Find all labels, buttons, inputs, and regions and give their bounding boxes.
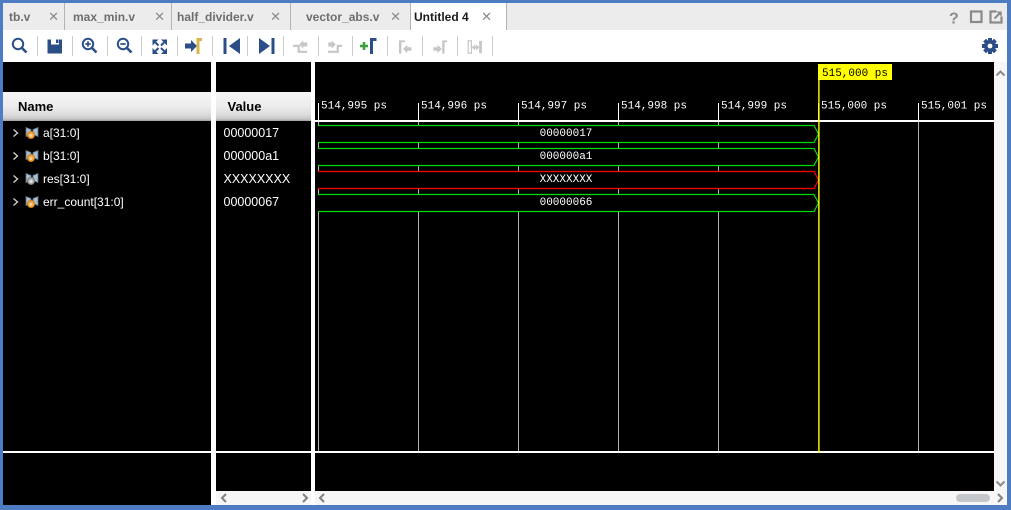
svg-text:00000017: 00000017: [540, 128, 593, 140]
svg-text:514,997 ps: 514,997 ps: [521, 101, 587, 113]
svg-text:514,996 ps: 514,996 ps: [421, 101, 487, 113]
svg-text:514,999 ps: 514,999 ps: [721, 101, 787, 113]
svg-text:?: ?: [949, 11, 959, 28]
svg-text:515,001 ps: 515,001 ps: [921, 101, 987, 113]
svg-text:000000a1: 000000a1: [540, 151, 593, 163]
svg-text:515,000 ps: 515,000 ps: [821, 101, 887, 113]
svg-text:514,998 ps: 514,998 ps: [621, 101, 687, 113]
svg-text:XXXXXXXX: XXXXXXXX: [540, 174, 593, 186]
svg-text:00000066: 00000066: [540, 197, 593, 209]
svg-text:514,995 ps: 514,995 ps: [321, 101, 387, 113]
svg-text:515,000 ps: 515,000 ps: [822, 68, 888, 80]
